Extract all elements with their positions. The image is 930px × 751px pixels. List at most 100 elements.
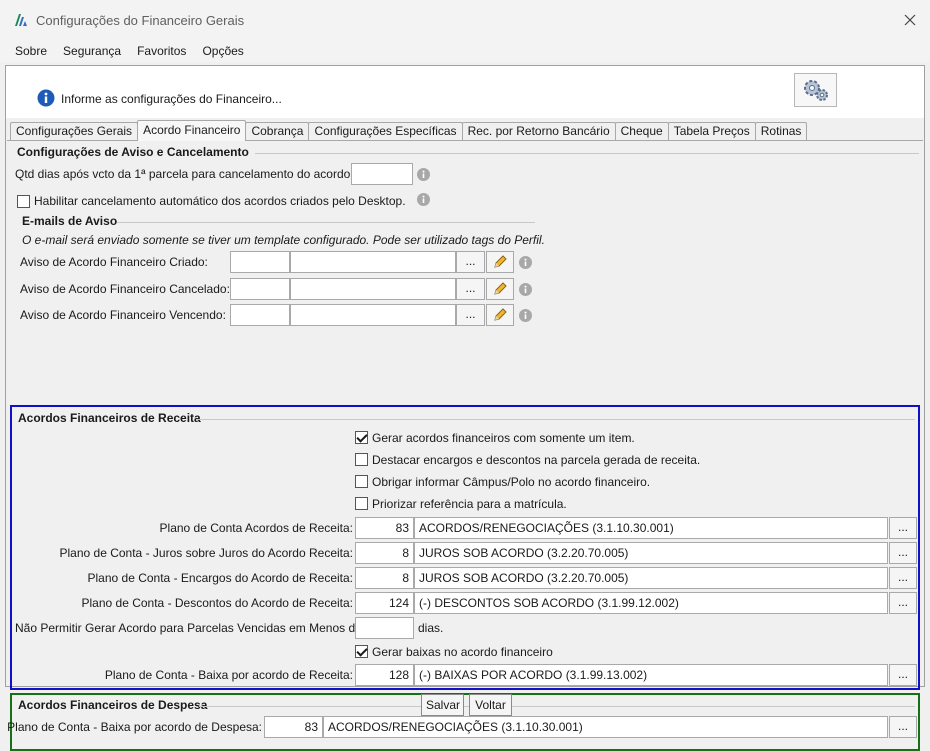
plano-encargos-receita-browse-button[interactable]: ... [889, 567, 917, 589]
tab-content: Configurações de Aviso e Cancelamento Qt… [7, 140, 923, 751]
back-button[interactable]: Voltar [469, 694, 512, 716]
aviso-vencendo-label: Aviso de Acordo Financeiro Vencendo: [20, 308, 226, 322]
plano-baixa-receita-desc[interactable]: (-) BAIXAS POR ACORDO (3.1.99.13.002) [414, 664, 888, 686]
aviso-cancelado-code-input[interactable] [230, 278, 290, 300]
tab-cheque[interactable]: Cheque [614, 122, 669, 141]
plano-encargos-receita-label: Plano de Conta - Encargos do Acordo de R… [87, 571, 354, 585]
qtd-dias-input[interactable] [351, 163, 413, 185]
help-icon [519, 256, 532, 269]
menu-bar: Sobre Segurança Favoritos Opções [0, 40, 930, 62]
aviso-vencendo-code-input[interactable] [230, 304, 290, 326]
gerar-um-item-checkbox[interactable] [355, 431, 368, 444]
aviso-vencendo-desc-input[interactable] [290, 304, 456, 326]
qtd-dias-label: Qtd dias após vcto da 1ª parcela para ca… [15, 167, 354, 181]
aviso-criado-browse-button[interactable]: ... [456, 251, 485, 273]
plano-descontos-receita-label: Plano de Conta - Descontos do Acordo de … [81, 596, 354, 610]
emails-note: O e-mail será enviado somente se tiver u… [22, 233, 545, 247]
tab-tabela-precos[interactable]: Tabela Preços [667, 122, 756, 141]
section-divider [255, 153, 919, 154]
help-icon [519, 283, 532, 296]
aviso-cancelado-label: Aviso de Acordo Financeiro Cancelado: [20, 282, 230, 296]
plano-baixa-despesa-browse-button[interactable]: ... [889, 716, 917, 738]
section-title-despesa: Acordos Financeiros de Despesa [18, 698, 208, 712]
gerar-baixas-label: Gerar baixas no acordo financeiro [372, 645, 553, 659]
menu-seguranca[interactable]: Segurança [63, 44, 121, 58]
plano-acordos-receita-code[interactable]: 83 [355, 517, 414, 539]
aviso-vencendo-browse-button[interactable]: ... [456, 304, 485, 326]
section-title-aviso: Configurações de Aviso e Cancelamento [17, 145, 249, 159]
save-button[interactable]: Salvar [421, 694, 464, 716]
main-frame: Informe as configurações do Financeiro..… [5, 65, 925, 751]
tab-cobranca[interactable]: Cobrança [245, 122, 310, 141]
aviso-cancelado-browse-button[interactable]: ... [456, 278, 485, 300]
tab-bar: Configurações Gerais Acordo Financeiro C… [10, 120, 808, 141]
app-logo-icon [15, 14, 27, 26]
section-divider [197, 419, 915, 420]
tab-configuracoes-gerais[interactable]: Configurações Gerais [10, 122, 139, 141]
plano-baixa-despesa-code[interactable]: 83 [264, 716, 323, 738]
nao-permitir-label: Não Permitir Gerar Acordo para Parcelas … [15, 621, 362, 635]
aviso-vencendo-edit-button[interactable] [486, 304, 514, 326]
nao-permitir-dias-input[interactable] [355, 617, 414, 639]
settings-button[interactable] [794, 73, 837, 107]
close-icon [904, 14, 916, 26]
plano-baixa-receita-code[interactable]: 128 [355, 664, 414, 686]
menu-favoritos[interactable]: Favoritos [137, 44, 186, 58]
plano-descontos-receita-code[interactable]: 124 [355, 592, 414, 614]
destacar-encargos-label: Destacar encargos e descontos na parcela… [372, 453, 701, 467]
plano-baixa-despesa-label: Plano de Conta - Baixa por acordo de Des… [7, 720, 262, 734]
help-icon [519, 309, 532, 322]
aviso-cancelado-desc-input[interactable] [290, 278, 456, 300]
menu-sobre[interactable]: Sobre [15, 44, 47, 58]
close-button[interactable] [900, 10, 920, 30]
priorizar-referencia-label: Priorizar referência para a matrícula. [372, 497, 567, 511]
plano-baixa-receita-label: Plano de Conta - Baixa por acordo de Rec… [104, 668, 353, 682]
plano-juros-receita-code[interactable]: 8 [355, 542, 414, 564]
menu-opcoes[interactable]: Opções [202, 44, 243, 58]
plano-acordos-receita-browse-button[interactable]: ... [889, 517, 917, 539]
plano-acordos-receita-desc[interactable]: ACORDOS/RENEGOCIAÇÕES (3.1.10.30.001) [414, 517, 888, 539]
tab-acordo-financeiro[interactable]: Acordo Financeiro [137, 120, 247, 141]
pencil-icon [494, 255, 507, 268]
info-icon [37, 89, 55, 107]
aviso-criado-code-input[interactable] [230, 251, 290, 273]
plano-juros-receita-desc[interactable]: JUROS SOB ACORDO (3.2.20.70.005) [414, 542, 888, 564]
gears-icon [803, 80, 828, 101]
tab-configuracoes-especificas[interactable]: Configurações Específicas [308, 122, 463, 141]
aviso-criado-edit-button[interactable] [486, 251, 514, 273]
header-info-text: Informe as configurações do Financeiro..… [61, 92, 282, 106]
pencil-icon [494, 282, 507, 295]
plano-descontos-receita-desc[interactable]: (-) DESCONTOS SOB ACORDO (3.1.99.12.002) [414, 592, 888, 614]
gerar-um-item-label: Gerar acordos financeiros com somente um… [372, 431, 635, 445]
section-title-receita: Acordos Financeiros de Receita [18, 411, 201, 425]
help-icon [417, 193, 430, 206]
tab-rotinas[interactable]: Rotinas [754, 122, 808, 141]
aviso-cancelado-edit-button[interactable] [486, 278, 514, 300]
plano-juros-receita-browse-button[interactable]: ... [889, 542, 917, 564]
plano-descontos-receita-browse-button[interactable]: ... [889, 592, 917, 614]
section-title-emails: E-mails de Aviso [22, 214, 118, 228]
obrigar-campus-label: Obrigar informar Câmpus/Polo no acordo f… [372, 475, 651, 489]
dias-label: dias. [418, 621, 444, 635]
plano-acordos-receita-label: Plano de Conta Acordos de Receita: [159, 521, 353, 535]
header-panel: Informe as configurações do Financeiro..… [6, 66, 924, 118]
tab-rec-retorno-bancario[interactable]: Rec. por Retorno Bancário [461, 122, 616, 141]
aviso-criado-desc-input[interactable] [290, 251, 456, 273]
window-title: Configurações do Financeiro Gerais [36, 12, 245, 28]
help-icon [417, 168, 430, 181]
plano-baixa-receita-browse-button[interactable]: ... [889, 664, 917, 686]
gerar-baixas-checkbox[interactable] [355, 645, 368, 658]
section-divider [199, 706, 915, 707]
title-bar: Configurações do Financeiro Gerais [0, 0, 930, 40]
habilitar-cancelamento-label: Habilitar cancelamento automático dos ac… [34, 194, 406, 208]
plano-encargos-receita-code[interactable]: 8 [355, 567, 414, 589]
section-divider [117, 222, 535, 223]
habilitar-cancelamento-checkbox[interactable] [17, 195, 30, 208]
plano-encargos-receita-desc[interactable]: JUROS SOB ACORDO (3.2.20.70.005) [414, 567, 888, 589]
obrigar-campus-checkbox[interactable] [355, 475, 368, 488]
aviso-criado-label: Aviso de Acordo Financeiro Criado: [20, 255, 208, 269]
destacar-encargos-checkbox[interactable] [355, 453, 368, 466]
pencil-icon [494, 308, 507, 321]
priorizar-referencia-checkbox[interactable] [355, 497, 368, 510]
plano-baixa-despesa-desc[interactable]: ACORDOS/RENEGOCIAÇÕES (3.1.10.30.001) [323, 716, 888, 738]
